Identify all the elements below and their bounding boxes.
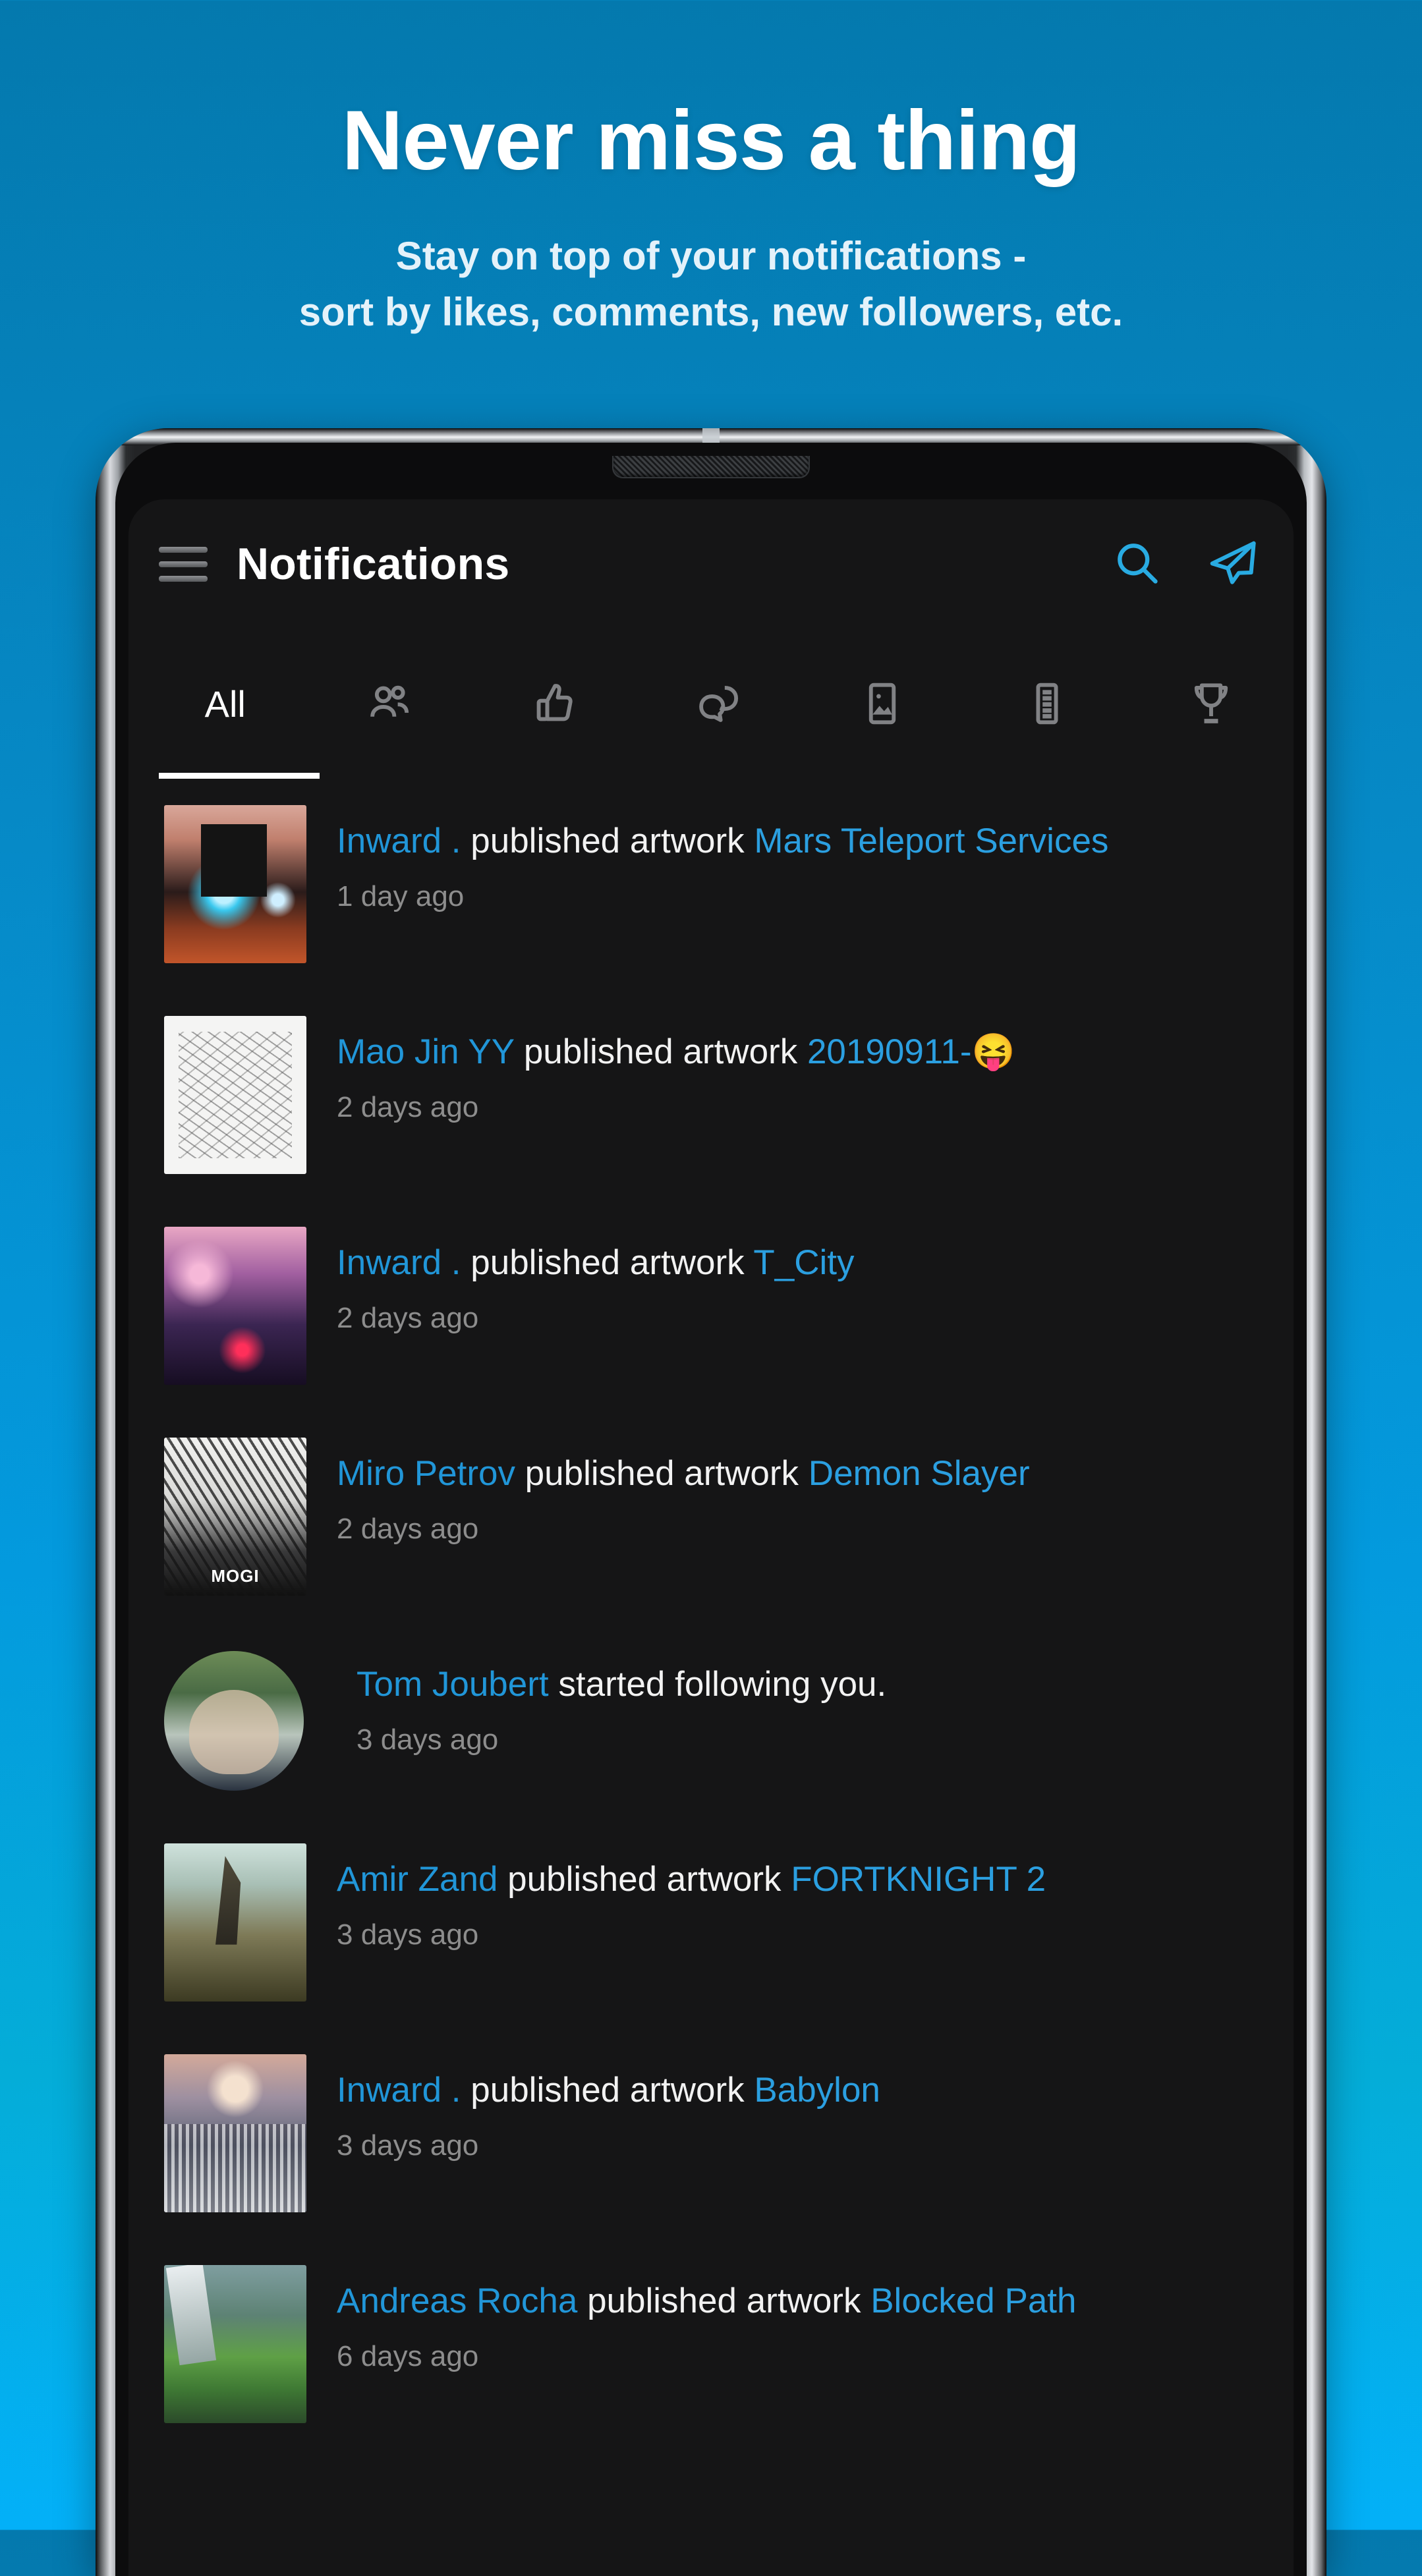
notification-timestamp: 6 days ago <box>337 2340 479 2373</box>
hamburger-menu-icon[interactable] <box>159 540 208 588</box>
notification-body: Andreas Rocha published artwork Blocked … <box>306 2265 1267 2373</box>
tab-awards[interactable] <box>1129 629 1294 779</box>
notification-subject-link[interactable]: 20190911-😝 <box>807 1032 1015 1071</box>
avatar[interactable] <box>164 1651 304 1791</box>
notification-action-text: started following you. <box>548 1665 887 1704</box>
artwork-thumbnail[interactable] <box>164 2265 306 2423</box>
notification-item[interactable]: Andreas Rocha published artwork Blocked … <box>128 2239 1294 2450</box>
phone-mockup: Notifications All Inward . published art… <box>96 428 1326 2576</box>
notification-timestamp: 3 days ago <box>356 1723 499 1756</box>
notification-text: Miro Petrov published artwork Demon Slay… <box>337 1452 1267 1496</box>
promo-title: Never miss a thing <box>341 94 1081 188</box>
tab-images[interactable] <box>801 629 965 779</box>
notification-subject-link[interactable]: Mars Teleport Services <box>754 822 1108 860</box>
notification-action-text: published artwork <box>577 2282 871 2320</box>
tab-likes[interactable] <box>472 629 636 779</box>
notification-body: Inward . published artwork T_City 2 days … <box>306 1227 1267 1335</box>
notification-text: Amir Zand published artwork FORTKNIGHT 2 <box>337 1858 1267 1901</box>
tab-active-indicator <box>159 773 320 779</box>
promo-subtitle: Stay on top of your notifications - sort… <box>0 228 1422 340</box>
notification-action-text: published artwork <box>461 1243 754 1282</box>
notification-body: Inward . published artwork Mars Teleport… <box>306 805 1267 913</box>
notification-text: Inward . published artwork Babylon <box>337 2069 1267 2112</box>
artwork-thumbnail[interactable] <box>164 1227 306 1385</box>
thumbnail-badge: MOGI <box>211 1565 260 1586</box>
tab-all[interactable]: All <box>143 629 320 779</box>
notification-user-link[interactable]: Tom Joubert <box>356 1665 549 1704</box>
notification-body: Miro Petrov published artwork Demon Slay… <box>306 1438 1267 1546</box>
notification-body: Amir Zand published artwork FORTKNIGHT 2… <box>306 1843 1267 1951</box>
notification-user-link[interactable]: Inward . <box>337 2071 461 2110</box>
notification-subject-link[interactable]: Blocked Path <box>870 2282 1076 2320</box>
notification-item[interactable]: Inward . published artwork Babylon 3 days… <box>128 2028 1294 2239</box>
notification-filter-tabs: All <box>128 629 1294 779</box>
paper-plane-icon[interactable] <box>1207 536 1259 592</box>
app-screen: Notifications All Inward . published art… <box>128 499 1294 2576</box>
notification-subject-link[interactable]: Demon Slayer <box>809 1454 1030 1493</box>
notification-timestamp: 2 days ago <box>337 1302 479 1335</box>
promo-subtitle-line2: sort by likes, comments, new followers, … <box>299 290 1123 335</box>
tab-followers[interactable] <box>307 629 471 779</box>
earpiece-speaker <box>612 456 810 478</box>
notification-text: Andreas Rocha published artwork Blocked … <box>337 2280 1267 2323</box>
artwork-thumbnail[interactable] <box>164 2054 306 2212</box>
notification-timestamp: 2 days ago <box>337 1091 479 1124</box>
article-icon <box>1023 679 1071 728</box>
notification-action-text: published artwork <box>514 1032 807 1071</box>
notification-timestamp: 2 days ago <box>337 1513 479 1546</box>
notification-user-link[interactable]: Mao Jin YY <box>337 1032 514 1071</box>
notification-action-text: published artwork <box>498 1860 791 1899</box>
people-icon <box>365 679 414 728</box>
notification-body: Mao Jin YY published artwork 20190911-😝 2… <box>306 1016 1267 1124</box>
thumbs-up-icon <box>530 679 579 728</box>
notification-user-link[interactable]: Inward . <box>337 822 461 860</box>
notification-item[interactable]: MOGI Miro Petrov published artwork Demon … <box>128 1411 1294 1622</box>
notification-timestamp: 3 days ago <box>337 1918 479 1951</box>
tab-comments[interactable] <box>636 629 800 779</box>
notification-user-link[interactable]: Inward . <box>337 1243 461 1282</box>
artwork-thumbnail[interactable] <box>164 805 306 963</box>
comments-icon <box>694 679 743 728</box>
notification-item[interactable]: Tom Joubert started following you. 3 days… <box>128 1622 1294 1817</box>
search-icon[interactable] <box>1112 538 1162 591</box>
page-title: Notifications <box>237 539 510 589</box>
notification-action-text: published artwork <box>461 2071 754 2110</box>
notification-text: Mao Jin YY published artwork 20190911-😝 <box>337 1030 1267 1074</box>
tab-articles[interactable] <box>965 629 1129 779</box>
notification-timestamp: 1 day ago <box>337 880 465 913</box>
image-icon <box>858 679 907 728</box>
notification-action-text: published artwork <box>461 822 754 860</box>
artwork-thumbnail[interactable]: MOGI <box>164 1438 306 1596</box>
notification-subject-link[interactable]: FORTKNIGHT 2 <box>791 1860 1046 1899</box>
artwork-thumbnail[interactable] <box>164 1016 306 1174</box>
notification-text: Inward . published artwork Mars Teleport… <box>337 820 1267 863</box>
notification-body: Inward . published artwork Babylon 3 days… <box>306 2054 1267 2162</box>
notification-user-link[interactable]: Amir Zand <box>337 1860 498 1899</box>
notification-item[interactable]: Inward . published artwork T_City 2 days … <box>128 1200 1294 1411</box>
notification-text: Inward . published artwork T_City <box>337 1241 1267 1285</box>
notification-action-text: published artwork <box>515 1454 809 1493</box>
notification-user-link[interactable]: Miro Petrov <box>337 1454 515 1493</box>
notification-subject-link[interactable]: Babylon <box>754 2071 880 2110</box>
app-bar-actions <box>1112 536 1259 592</box>
notification-item[interactable]: Mao Jin YY published artwork 20190911-😝 2… <box>128 990 1294 1200</box>
trophy-icon <box>1187 679 1236 728</box>
notification-body: Tom Joubert started following you. 3 days… <box>304 1648 1267 1756</box>
notification-user-link[interactable]: Andreas Rocha <box>337 2282 577 2320</box>
promo-header: Never miss a thing Stay on top of your n… <box>0 0 1422 340</box>
notification-timestamp: 3 days ago <box>337 2129 479 2162</box>
promo-subtitle-line1: Stay on top of your notifications - <box>395 234 1027 278</box>
notification-subject-link[interactable]: T_City <box>753 1243 854 1282</box>
notification-list[interactable]: Inward . published artwork Mars Teleport… <box>128 779 1294 2576</box>
notification-item[interactable]: Amir Zand published artwork FORTKNIGHT 2… <box>128 1817 1294 2028</box>
tab-all-label: All <box>204 683 246 725</box>
app-bar: Notifications <box>128 499 1294 629</box>
artwork-thumbnail[interactable] <box>164 1843 306 2002</box>
notification-item[interactable]: Inward . published artwork Mars Teleport… <box>128 779 1294 990</box>
notification-text: Tom Joubert started following you. <box>356 1663 1267 1706</box>
phone-bezel: Notifications All Inward . published art… <box>115 443 1307 2576</box>
